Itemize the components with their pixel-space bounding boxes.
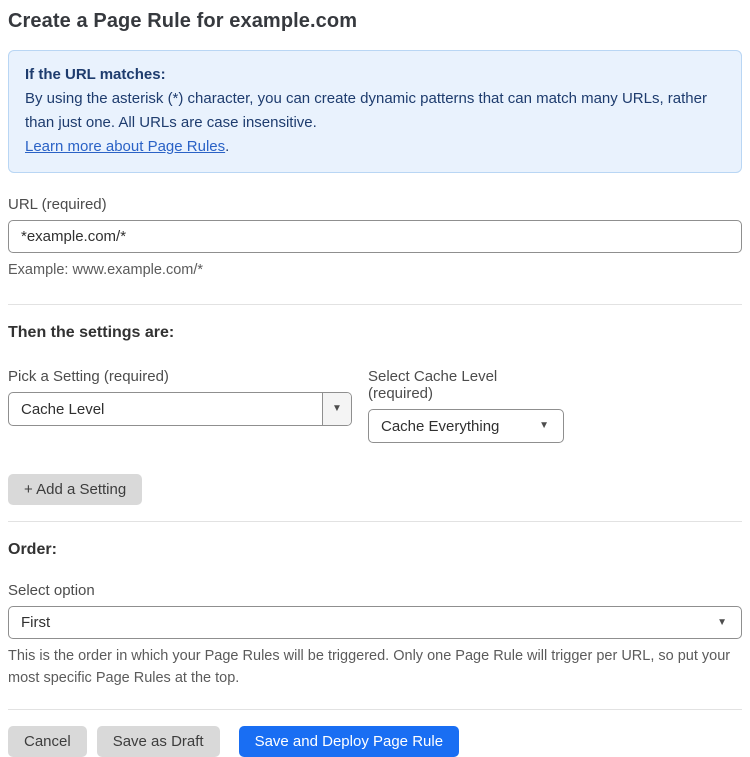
page-rule-form: Create a Page Rule for example.com If th… bbox=[0, 0, 750, 757]
order-helper-text: This is the order in which your Page Rul… bbox=[8, 648, 731, 686]
cache-level-picker-label: Select Cache Level (required) bbox=[368, 368, 498, 402]
form-actions: Cancel Save as Draft Save and Deploy Pag… bbox=[8, 726, 742, 757]
cache-level-select[interactable]: Cache Everything ▼ bbox=[368, 409, 564, 443]
save-and-deploy-button[interactable]: Save and Deploy Page Rule bbox=[238, 726, 460, 757]
order-field-group: Select option First ▼ This is the order … bbox=[8, 582, 742, 689]
setting-picker-group: Pick a Setting (required) Cache Level ▼ bbox=[8, 368, 352, 443]
setting-picker-value: Cache Level bbox=[21, 400, 105, 418]
setting-picker-label: Pick a Setting (required) bbox=[8, 368, 169, 385]
cache-level-picker-group: Select Cache Level (required) Cache Ever… bbox=[368, 368, 564, 443]
dropdown-arrow-icon: ▼ bbox=[332, 403, 342, 414]
save-as-draft-button[interactable]: Save as Draft bbox=[96, 726, 220, 757]
url-match-info-banner: If the URL matches: By using the asteris… bbox=[8, 50, 742, 173]
cache-level-arrow: ▼ bbox=[539, 421, 563, 431]
divider bbox=[8, 709, 742, 710]
order-select[interactable]: First ▼ bbox=[8, 606, 742, 639]
url-input[interactable] bbox=[8, 220, 742, 253]
info-banner-heading: If the URL matches: bbox=[25, 66, 166, 83]
setting-picker-arrow-section[interactable]: ▼ bbox=[322, 393, 351, 425]
page-title: Create a Page Rule for example.com bbox=[8, 10, 358, 32]
dropdown-arrow-icon: ▼ bbox=[539, 420, 549, 431]
order-section-heading: Order: bbox=[8, 541, 57, 558]
settings-row: Pick a Setting (required) Cache Level ▼ … bbox=[8, 368, 742, 443]
url-field-label: URL (required) bbox=[8, 196, 107, 213]
url-field-group: URL (required) Example: www.example.com/… bbox=[8, 196, 742, 281]
order-select-arrow: ▼ bbox=[717, 616, 741, 628]
add-setting-button[interactable]: + Add a Setting bbox=[8, 474, 143, 505]
link-period: . bbox=[225, 138, 230, 155]
url-example-helper: Example: www.example.com/* bbox=[8, 262, 204, 278]
divider bbox=[8, 304, 742, 305]
order-select-label: Select option bbox=[8, 582, 95, 599]
order-select-value: First bbox=[21, 614, 51, 631]
learn-more-link[interactable]: Learn more about Page Rules bbox=[25, 138, 225, 155]
divider bbox=[8, 521, 742, 522]
cancel-button[interactable]: Cancel bbox=[8, 726, 87, 757]
dropdown-arrow-icon: ▼ bbox=[717, 616, 727, 628]
info-banner-body: By using the asterisk (*) character, you… bbox=[25, 90, 707, 131]
info-banner-link-line: Learn more about Page Rules. bbox=[25, 135, 725, 159]
setting-picker-select[interactable]: Cache Level ▼ bbox=[8, 392, 352, 426]
cache-level-value: Cache Everything bbox=[381, 417, 500, 435]
settings-section-heading: Then the settings are: bbox=[8, 324, 175, 341]
